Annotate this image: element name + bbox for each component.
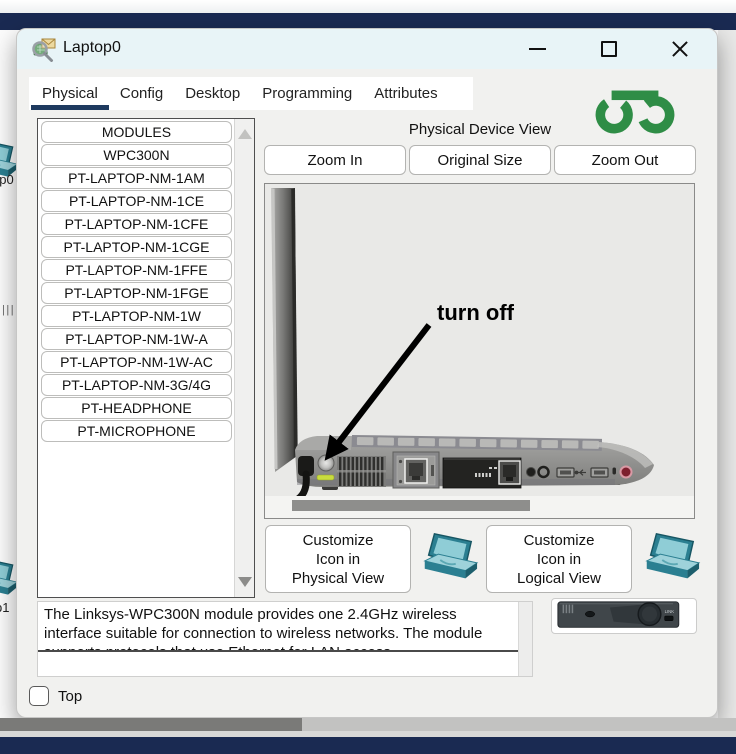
customize-line: Logical View [517,569,601,587]
turn-off-annotation: turn off [437,300,514,325]
top-checkbox[interactable] [29,686,49,706]
tab-attributes[interactable]: Attributes [363,77,448,110]
minimize-button[interactable] [522,34,552,64]
original-size-button[interactable]: Original Size [409,145,551,175]
workspace-right [718,30,736,737]
scroll-up-icon[interactable] [238,129,252,139]
vent-grille [337,456,386,487]
module-item[interactable]: PT-LAPTOP-NM-1CE [41,190,232,212]
module-item[interactable]: PT-LAPTOP-NM-1W-AC [41,351,232,373]
module-list-header: MODULES [41,121,232,143]
power-led [316,474,335,481]
title-bar[interactable]: Laptop0 [17,29,717,69]
scroll-down-icon[interactable] [238,577,252,587]
module-item[interactable]: PT-LAPTOP-NM-1AM [41,167,232,189]
module-item[interactable]: PT-LAPTOP-NM-1W-A [41,328,232,350]
module-list: MODULES WPC300N PT-LAPTOP-NM-1AM PT-LAPT… [37,118,255,598]
customize-line: Customize [523,531,595,549]
module-item[interactable]: PT-LAPTOP-NM-3G/4G [41,374,232,396]
top-checkbox-label: Top [58,688,83,705]
module-description-text: The Linksys-WPC300N module provides one … [38,602,518,652]
background-port-marks: ||| [2,304,16,316]
maximize-icon [601,41,617,57]
module-bay [392,451,440,489]
zoom-in-button[interactable]: Zoom In [264,145,406,175]
active-tab-underline [31,105,109,110]
window-title: Laptop0 [63,39,121,56]
close-icon [671,40,689,58]
bottom-navy-bar [0,737,736,754]
module-description-box: The Linksys-WPC300N module provides one … [37,601,533,677]
module-item[interactable]: PT-LAPTOP-NM-1FGE [41,282,232,304]
wireless-card-slot [442,457,522,489]
physical-device-view-title: Physical Device View [408,121,552,138]
tab-config[interactable]: Config [109,77,174,110]
maximize-button[interactable] [594,34,624,64]
module-item[interactable]: PT-LAPTOP-NM-1CFE [41,213,232,235]
module-item[interactable]: PT-MICROPHONE [41,420,232,442]
customize-line: Customize [302,531,374,549]
laptop-logical-icon [638,528,702,590]
background-device-label: op0 [0,172,14,187]
card-link-led [664,615,674,621]
device-dialog: Laptop0 Physical Config Desktop Programm… [16,28,718,718]
tab-desktop[interactable]: Desktop [174,77,251,110]
module-items: MODULES WPC300N PT-LAPTOP-NM-1AM PT-LAPT… [38,119,235,444]
zoom-controls: Zoom In Original Size Zoom Out [264,145,696,175]
zoom-out-button[interactable]: Zoom Out [554,145,696,175]
window-scrollbar-thumb[interactable] [0,718,302,731]
module-item[interactable]: PT-LAPTOP-NM-1FFE [41,259,232,281]
physical-device-view: turn off [264,183,695,519]
description-scrollbar[interactable] [518,602,532,676]
desktop-top-strip [0,0,736,13]
card-link-label: LINK [665,609,675,614]
laptop-power-button[interactable] [316,454,335,481]
module-item[interactable]: PT-LAPTOP-NM-1CGE [41,236,232,258]
wpc300n-card-image[interactable]: LINK [551,598,697,634]
window-scrollbar-track[interactable] [0,718,736,731]
customize-physical-view-button[interactable]: Customize Icon in Physical View [265,525,411,593]
customize-logical-view-button[interactable]: Customize Icon in Logical View [486,525,632,593]
module-item[interactable]: WPC300N [41,144,232,166]
module-item[interactable]: PT-LAPTOP-NM-1W [41,305,232,327]
customize-line: Icon in [536,550,582,568]
module-item[interactable]: PT-HEADPHONE [41,397,232,419]
audio-jack [526,467,536,477]
module-list-scrollbar[interactable] [234,119,254,597]
background-device-label: p1 [0,600,10,615]
view-scrollbar-thumb[interactable] [292,500,530,511]
packet-tracer-icon [32,38,56,62]
tab-programming[interactable]: Programming [251,77,363,110]
microphone-icon [612,467,616,475]
close-button[interactable] [665,34,695,64]
minimize-icon [528,48,546,50]
laptop-physical-icon [416,528,480,590]
customize-line: Physical View [291,569,385,587]
customize-line: Icon in [315,550,361,568]
audio-in-jack [619,465,633,479]
laptop-side-image [265,188,694,518]
